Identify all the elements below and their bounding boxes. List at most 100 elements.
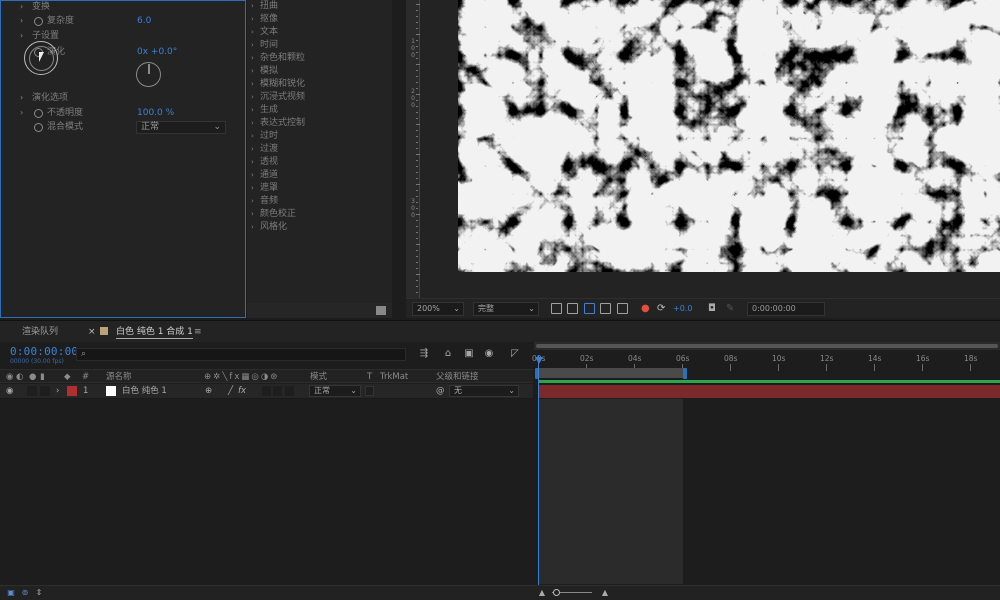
switch-slot[interactable]	[285, 386, 294, 396]
frame-blending-icon[interactable]: ◉	[483, 348, 495, 359]
label-icon[interactable]: ◆	[64, 371, 71, 383]
effect-category-item[interactable]: › 表达式控制	[251, 117, 305, 130]
effect-category-item[interactable]: › 过渡	[251, 143, 278, 156]
chevron-right-icon[interactable]: ›	[251, 117, 260, 130]
evolution-angle-dial[interactable]	[136, 62, 161, 87]
chevron-right-icon[interactable]: ›	[251, 208, 260, 221]
chevron-right-icon[interactable]: ›	[251, 52, 260, 65]
preserve-transparency-toggle[interactable]	[365, 386, 374, 396]
time-navigator-bar[interactable]	[536, 344, 998, 348]
effect-category-item[interactable]: › 生成	[251, 104, 278, 117]
stopwatch-icon[interactable]	[34, 123, 43, 132]
chevron-right-icon[interactable]: ›	[251, 78, 260, 91]
effect-category-item[interactable]: › 通道	[251, 169, 278, 182]
toggle-modes-icon[interactable]: ⊚	[20, 588, 30, 598]
effect-category-item[interactable]: › 模拟	[251, 65, 278, 78]
effect-category-item[interactable]: › 抠像	[251, 13, 278, 26]
fx-row-complexity[interactable]: › 复杂度 6.0	[0, 14, 244, 28]
effect-category-item[interactable]: › 风格化	[251, 221, 287, 234]
exposure-value[interactable]: +0.0	[673, 302, 692, 316]
chevron-right-icon[interactable]: ›	[251, 65, 260, 78]
layer-mode-select[interactable]: 正常 ⌄	[309, 385, 361, 397]
audio-icon[interactable]: ◐	[16, 371, 23, 383]
expand-layer-icon[interactable]: ›	[56, 385, 59, 398]
layer-name[interactable]: 白色 纯色 1	[122, 385, 167, 398]
effect-category-item[interactable]: › 杂色和颗粒	[251, 52, 305, 65]
layer-search-input[interactable]: ⌕	[76, 348, 406, 361]
zoom-in-icon[interactable]: ▲	[600, 588, 610, 598]
fx-value-opacity[interactable]: 100.0 %	[137, 106, 174, 120]
chevron-right-icon[interactable]: ›	[251, 143, 260, 156]
fx-row-evolution-options[interactable]: › 演化选项	[0, 91, 244, 105]
chevron-right-icon[interactable]: ›	[20, 14, 23, 28]
show-snapshot-icon[interactable]: ✎	[726, 302, 734, 316]
chevron-right-icon[interactable]: ›	[251, 221, 260, 234]
transparency-grid-icon[interactable]	[567, 303, 578, 314]
zoom-select[interactable]: 200% ⌄	[412, 302, 464, 316]
effect-category-item[interactable]: › 音频	[251, 195, 278, 208]
stopwatch-icon[interactable]	[34, 17, 43, 26]
resolution-select[interactable]: 完整 ⌄	[473, 302, 539, 316]
work-area-end-handle[interactable]	[683, 368, 687, 379]
switch-slot[interactable]	[262, 386, 271, 396]
current-time-display[interactable]: 0:00:00:00	[10, 345, 78, 358]
collapse-switch-icon[interactable]: ⊕	[205, 385, 212, 398]
layer-solo-toggle[interactable]	[27, 386, 37, 396]
chevron-right-icon[interactable]: ›	[251, 169, 260, 182]
graph-editor-icon[interactable]: ◸	[509, 348, 521, 359]
solo-icon[interactable]: ●	[29, 371, 36, 383]
chevron-right-icon[interactable]: ›	[251, 130, 260, 143]
work-area-bar[interactable]	[538, 368, 684, 378]
chevron-right-icon[interactable]: ›	[251, 156, 260, 169]
effect-category-item[interactable]: › 颜色校正	[251, 208, 296, 221]
pickwhip-icon[interactable]: @	[436, 385, 445, 398]
effect-category-item[interactable]: › 扭曲	[251, 0, 278, 13]
toggle-switches-icon[interactable]: ▣	[6, 588, 16, 598]
blend-mode-select[interactable]: 正常 ⌄	[136, 121, 226, 134]
layer-duration-bar[interactable]	[538, 385, 1000, 398]
tab-composition[interactable]: 白色 纯色 1 合成 1	[116, 325, 193, 339]
layer-lock-toggle[interactable]	[40, 386, 50, 396]
fx-value-evolution[interactable]: 0x +0.0°	[137, 45, 177, 59]
stopwatch-icon[interactable]	[34, 109, 43, 118]
chevron-right-icon[interactable]: ›	[251, 13, 260, 26]
mask-visibility-icon[interactable]	[584, 303, 595, 314]
layer-visibility-icon[interactable]: ◉	[6, 385, 13, 398]
playhead-line[interactable]	[538, 355, 539, 585]
tab-render-queue[interactable]: 渲染队列	[22, 325, 58, 339]
chevron-right-icon[interactable]: ›	[251, 39, 260, 52]
chevron-right-icon[interactable]: ›	[20, 29, 23, 43]
effect-category-item[interactable]: › 文本	[251, 26, 278, 39]
timeline-zoom-knob[interactable]	[553, 589, 560, 596]
comp-mini-flowchart-icon[interactable]: ⇶	[418, 348, 430, 359]
layer-row[interactable]: ◉ › 1 白色 纯色 1 ⊕ ╱ fx 正常 ⌄ @ 无 ⌄	[0, 384, 533, 399]
fx-row-transform[interactable]: › 变换	[0, 0, 244, 14]
new-folder-icon[interactable]	[376, 306, 386, 315]
draft-3d-icon[interactable]: ⌂	[442, 348, 454, 359]
fx-row-opacity[interactable]: › 不透明度 100.0 %	[0, 106, 244, 120]
region-of-interest-icon[interactable]	[600, 303, 611, 314]
effect-category-item[interactable]: › 模糊和锐化	[251, 78, 305, 91]
eye-icon[interactable]: ◉	[6, 371, 13, 383]
snapshot-icon[interactable]: ◘	[708, 302, 716, 316]
tab-close-icon[interactable]: ×	[88, 325, 96, 339]
chevron-right-icon[interactable]: ›	[251, 0, 260, 13]
effect-category-item[interactable]: › 遮罩	[251, 182, 278, 195]
switch-slot[interactable]	[273, 386, 282, 396]
fast-preview-icon[interactable]	[551, 303, 562, 314]
effect-category-item[interactable]: › 时间	[251, 39, 278, 52]
zoom-out-icon[interactable]: ▲	[537, 588, 547, 598]
effect-category-item[interactable]: › 沉浸式视频	[251, 91, 305, 104]
chevron-right-icon[interactable]: ›	[20, 0, 23, 14]
chevron-right-icon[interactable]: ›	[20, 106, 23, 120]
effect-switch-icon[interactable]: fx	[238, 385, 246, 398]
effect-category-item[interactable]: › 过时	[251, 130, 278, 143]
time-navigator[interactable]	[534, 342, 1000, 350]
shy-layers-icon[interactable]: ▣	[463, 348, 475, 359]
current-time-field[interactable]: 0:00:00:00	[747, 302, 825, 316]
chevron-right-icon[interactable]: ›	[251, 91, 260, 104]
effect-category-item[interactable]: › 透视	[251, 156, 278, 169]
parent-select[interactable]: 无 ⌄	[449, 385, 519, 397]
reset-exposure-icon[interactable]: ⟳	[657, 302, 665, 316]
chevron-right-icon[interactable]: ›	[251, 195, 260, 208]
